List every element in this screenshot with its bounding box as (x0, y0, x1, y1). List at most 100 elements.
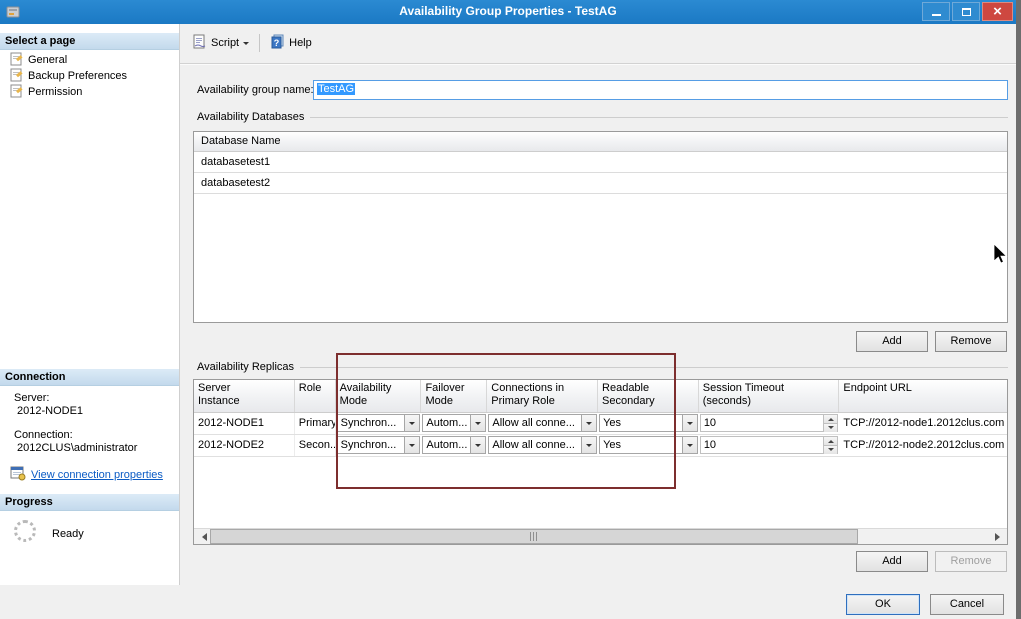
connection-value: 2012CLUS\administrator (17, 442, 137, 454)
script-icon (192, 34, 207, 52)
database-row[interactable]: databasetest2 (194, 173, 1007, 194)
scrollbar-thumb[interactable] (210, 529, 858, 544)
failover-mode-combobox[interactable]: Autom... (422, 414, 486, 432)
chevron-down-icon[interactable] (470, 415, 485, 431)
column-header-role[interactable]: Role (295, 380, 336, 412)
session-timeout-spinner[interactable]: 10 (700, 414, 839, 432)
connection-properties-icon (10, 465, 26, 484)
combo-value: Yes (600, 417, 682, 429)
spin-up-button[interactable] (824, 415, 837, 424)
arrow-up-icon (828, 415, 834, 421)
replicas-section-label: Availability Replicas (197, 361, 294, 373)
readable-secondary-combobox[interactable]: Yes (599, 436, 698, 454)
cell-server-instance[interactable]: 2012-NODE2 (194, 435, 295, 456)
chevron-down-icon (243, 42, 249, 48)
combo-value: Autom... (423, 417, 470, 429)
combo-value: Yes (600, 439, 682, 451)
chevron-down-icon[interactable] (470, 437, 485, 453)
scroll-left-button[interactable] (194, 529, 210, 544)
replica-row: 2012-NODE2 Secon... Synchron... Autom...… (194, 435, 1007, 457)
view-connection-properties[interactable]: View connection properties (10, 465, 163, 484)
databases-table: Database Name databasetest1 databasetest… (193, 131, 1008, 323)
sidebar: Select a page General Backup Preferences… (0, 24, 180, 585)
connections-combobox[interactable]: Allow all conne... (488, 436, 597, 454)
combo-value: Synchron... (338, 417, 405, 429)
bottom-bar: OK Cancel (0, 585, 1016, 619)
column-header-readable-secondary[interactable]: Readable Secondary (598, 380, 699, 412)
section-divider (300, 367, 1008, 368)
remove-replica-button: Remove (935, 551, 1007, 572)
remove-database-button[interactable]: Remove (935, 331, 1007, 352)
failover-mode-combobox[interactable]: Autom... (422, 436, 486, 454)
scrollbar-grip-icon (530, 532, 538, 541)
group-name-label: Availability group name: (197, 84, 314, 96)
help-icon: ? (270, 34, 285, 52)
section-divider (310, 117, 1008, 118)
spin-value: 10 (701, 439, 824, 451)
column-header-connections[interactable]: Connections in Primary Role (487, 380, 598, 412)
ok-button[interactable]: OK (846, 594, 920, 615)
replica-row: 2012-NODE1 Primary Synchron... Autom... … (194, 413, 1007, 435)
help-button-label: Help (289, 37, 312, 49)
arrow-right-icon (995, 533, 1004, 541)
add-database-button[interactable]: Add (856, 331, 928, 352)
chevron-down-icon[interactable] (404, 415, 419, 431)
view-connection-properties-link[interactable]: View connection properties (31, 469, 163, 481)
connection-label: Connection: (14, 429, 73, 441)
chevron-down-icon[interactable] (581, 437, 596, 453)
cancel-button[interactable]: Cancel (930, 594, 1004, 615)
column-header-session-timeout[interactable]: Session Timeout (seconds) (699, 380, 840, 412)
chevron-down-icon[interactable] (682, 437, 697, 453)
selected-text: TestAG (317, 83, 355, 95)
session-timeout-spinner[interactable]: 10 (700, 436, 839, 454)
column-header-endpoint-url[interactable]: Endpoint URL (839, 380, 1007, 412)
chevron-down-icon[interactable] (581, 415, 596, 431)
availability-mode-combobox[interactable]: Synchron... (337, 414, 421, 432)
sidebar-item-general[interactable]: General (10, 52, 67, 68)
combo-value: Synchron... (338, 439, 405, 451)
chevron-down-icon[interactable] (682, 415, 697, 431)
databases-column-header[interactable]: Database Name (194, 132, 1007, 152)
cell-role: Secon... (295, 435, 336, 456)
select-page-header: Select a page (0, 33, 179, 50)
column-header-failover-mode[interactable]: Failover Mode (421, 380, 487, 412)
column-header-availability-mode[interactable]: Availability Mode (336, 380, 422, 412)
readable-secondary-combobox[interactable]: Yes (599, 414, 698, 432)
server-value: 2012-NODE1 (17, 405, 83, 417)
availability-group-name-input[interactable]: TestAG (313, 80, 1008, 100)
minimize-button[interactable] (922, 2, 950, 21)
connections-combobox[interactable]: Allow all conne... (488, 414, 597, 432)
connection-header: Connection (0, 369, 179, 386)
spin-down-button[interactable] (824, 446, 837, 454)
cell-server-instance[interactable]: 2012-NODE1 (194, 413, 295, 434)
column-header-server-instance[interactable]: Server Instance (194, 380, 295, 412)
close-button[interactable]: × (982, 2, 1013, 21)
databases-section-label: Availability Databases (197, 111, 304, 123)
spin-up-button[interactable] (824, 437, 837, 446)
toolbar: Script ? Help (186, 31, 318, 55)
chevron-down-icon[interactable] (404, 437, 419, 453)
arrow-up-icon (828, 437, 834, 443)
page-icon (10, 84, 23, 101)
page-icon (10, 68, 23, 85)
spin-value: 10 (701, 417, 824, 429)
add-replica-button[interactable]: Add (856, 551, 928, 572)
arrow-left-icon (198, 533, 207, 541)
scroll-right-button[interactable] (991, 529, 1007, 544)
sidebar-item-backup-preferences[interactable]: Backup Preferences (10, 68, 127, 84)
sidebar-item-permission[interactable]: Permission (10, 84, 82, 100)
horizontal-scrollbar[interactable] (194, 528, 1007, 544)
maximize-button[interactable] (952, 2, 980, 21)
main-panel: Script ? Help Availability group name: T… (180, 24, 1016, 585)
help-button[interactable]: ? Help (264, 31, 318, 55)
availability-mode-combobox[interactable]: Synchron... (337, 436, 421, 454)
server-label: Server: (14, 392, 49, 404)
spin-down-button[interactable] (824, 424, 837, 432)
script-button-label: Script (211, 37, 239, 49)
maximize-icon (962, 8, 971, 16)
window-titlebar: Availability Group Properties - TestAG × (0, 0, 1016, 24)
databases-section: Availability Databases (197, 111, 1008, 123)
script-button[interactable]: Script (186, 31, 255, 55)
database-row[interactable]: databasetest1 (194, 152, 1007, 173)
progress-spinner-icon (14, 520, 36, 542)
